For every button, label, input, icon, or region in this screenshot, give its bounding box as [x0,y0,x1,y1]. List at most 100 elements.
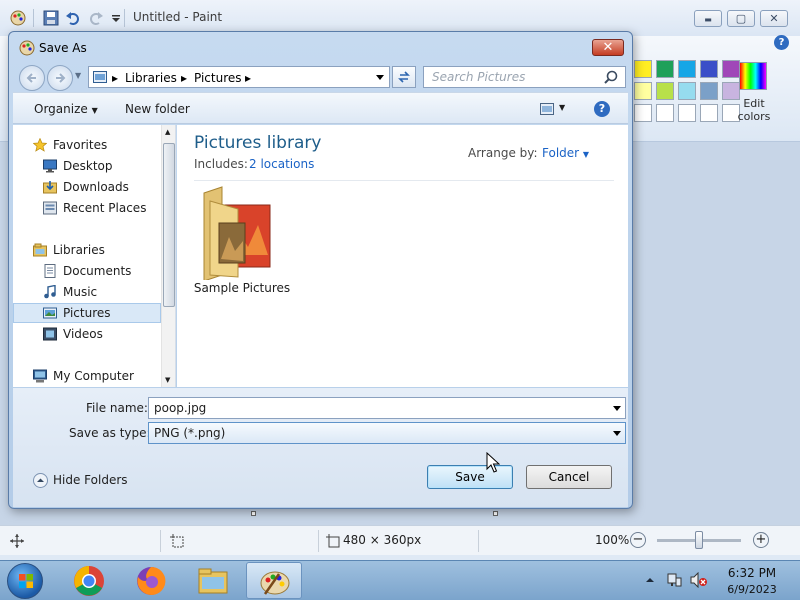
mouse-pointer-icon [486,452,500,473]
nav-item-recent-places[interactable]: Recent Places [13,198,161,218]
nav-label: Desktop [63,159,113,173]
canvas-resize-handle[interactable] [493,511,498,516]
breadcrumb-libraries[interactable]: Libraries [125,71,177,85]
nav-item-videos[interactable]: Videos [13,324,161,344]
maximize-button[interactable]: ▢ [727,10,755,27]
folder-item[interactable]: Sample Pictures [187,185,297,305]
zoom-in-button[interactable]: + [753,532,769,548]
taskbar-explorer-button[interactable] [185,562,241,599]
nav-item-my-computer[interactable]: My Computer [13,366,161,386]
edit-colors-icon[interactable] [739,62,767,90]
customize-qat-icon[interactable] [108,10,124,26]
breadcrumb-separator[interactable]: ▸ [245,71,251,85]
recent-locations-dropdown[interactable]: ▼ [75,71,81,80]
pictures-icon [43,307,57,319]
view-options-dropdown-icon[interactable]: ▼ [559,103,565,112]
start-button[interactable] [7,563,43,599]
nav-item-music[interactable]: Music [13,282,161,302]
clock-time[interactable]: 6:32 PM [712,566,792,580]
zoom-out-button[interactable]: − [630,532,646,548]
includes-label: Includes: [194,157,248,171]
save-as-type-dropdown-icon[interactable] [613,431,621,436]
nav-label: Documents [63,264,132,278]
hide-folders-button[interactable]: Hide Folders [33,472,133,490]
color-swatch[interactable] [700,82,718,100]
statusbar-separator [478,530,479,552]
refresh-button[interactable] [392,66,416,88]
scroll-down-icon[interactable]: ▼ [165,376,170,384]
nav-item-libraries[interactable]: Libraries [13,240,161,260]
nav-item-desktop[interactable]: Desktop [13,156,161,176]
taskbar-chrome-button[interactable] [61,562,117,599]
ribbon-help-icon[interactable]: ? [774,35,789,50]
color-swatch[interactable] [656,60,674,78]
nav-label: Videos [63,327,103,341]
paint-app-icon[interactable] [10,10,26,26]
volume-muted-icon[interactable] [690,572,708,588]
empty-color-swatch[interactable] [656,104,674,122]
nav-item-downloads[interactable]: Downloads [13,177,161,197]
redo-icon[interactable] [88,10,104,26]
color-swatch[interactable] [634,60,652,78]
organize-button[interactable]: Organize ▼ [34,102,98,116]
paint-icon [260,571,290,595]
save-icon[interactable] [43,10,59,26]
back-button[interactable] [19,65,45,91]
scrollbar-thumb[interactable] [163,143,175,307]
canvas-size-icon [326,534,340,548]
color-swatch[interactable] [634,82,652,100]
minimize-icon: ▬ [704,15,712,24]
undo-icon[interactable] [65,10,81,26]
canvas-resize-handle[interactable] [251,511,256,516]
library-icon [93,71,107,83]
address-dropdown-icon[interactable] [376,75,384,80]
includes-locations-link[interactable]: 2 locations [249,157,314,171]
empty-color-swatch[interactable] [678,104,696,122]
nav-label: My Computer [53,369,134,383]
taskbar-firefox-button[interactable] [123,562,179,599]
color-swatch[interactable] [722,60,740,78]
navigation-scrollbar[interactable]: ▲ ▼ [161,125,175,387]
color-swatch[interactable] [700,60,718,78]
close-button[interactable]: ✕ [760,10,788,27]
empty-color-swatch[interactable] [634,104,652,122]
forward-button[interactable] [47,65,73,91]
nav-item-favorites[interactable]: Favorites [13,135,161,155]
taskbar-paint-button[interactable] [246,562,302,599]
file-name-input[interactable]: poop.jpg [148,397,626,419]
help-icon[interactable]: ? [594,101,610,117]
color-swatch[interactable] [678,60,696,78]
breadcrumb-separator[interactable]: ▸ [181,71,187,85]
change-view-icon[interactable] [540,103,554,115]
back-arrow-icon [26,73,36,83]
computer-icon [33,369,47,383]
color-swatch[interactable] [656,82,674,100]
save-button[interactable]: Save [427,465,513,489]
breadcrumb-pictures[interactable]: Pictures [194,71,242,85]
save-as-type-label: Save as type: [69,426,151,440]
paint-window-title: Untitled - Paint [133,10,223,24]
edit-colors-label[interactable]: Edit colors [734,97,774,123]
breadcrumb-separator[interactable]: ▸ [112,71,118,85]
firefox-icon [137,566,166,595]
dialog-close-button[interactable]: ✕ [592,39,624,56]
cancel-button[interactable]: Cancel [526,465,612,489]
nav-item-pictures[interactable]: Pictures [13,303,161,323]
forward-arrow-icon [56,73,66,83]
show-hidden-icons-icon[interactable] [645,575,655,585]
address-bar[interactable]: ▸ Libraries ▸ Pictures ▸ [88,66,390,88]
save-as-type-select[interactable]: PNG (*.png) [148,422,626,444]
clock-date[interactable]: 6/9/2023 [712,583,792,596]
minimize-button[interactable]: ▬ [694,10,722,27]
network-icon[interactable] [666,572,682,588]
new-folder-button[interactable]: New folder [125,102,190,116]
empty-color-swatch[interactable] [700,104,718,122]
file-name-dropdown-icon[interactable] [613,406,621,411]
arrange-by-dropdown[interactable]: Folder ▼ [542,146,589,160]
scroll-up-icon[interactable]: ▲ [165,128,170,136]
color-swatch[interactable] [678,82,696,100]
zoom-slider-thumb[interactable] [695,531,703,549]
navigation-pane: Favorites Desktop Downloads Recent Place… [13,125,176,387]
nav-item-documents[interactable]: Documents [13,261,161,281]
search-input[interactable]: Search Pictures [423,66,626,88]
